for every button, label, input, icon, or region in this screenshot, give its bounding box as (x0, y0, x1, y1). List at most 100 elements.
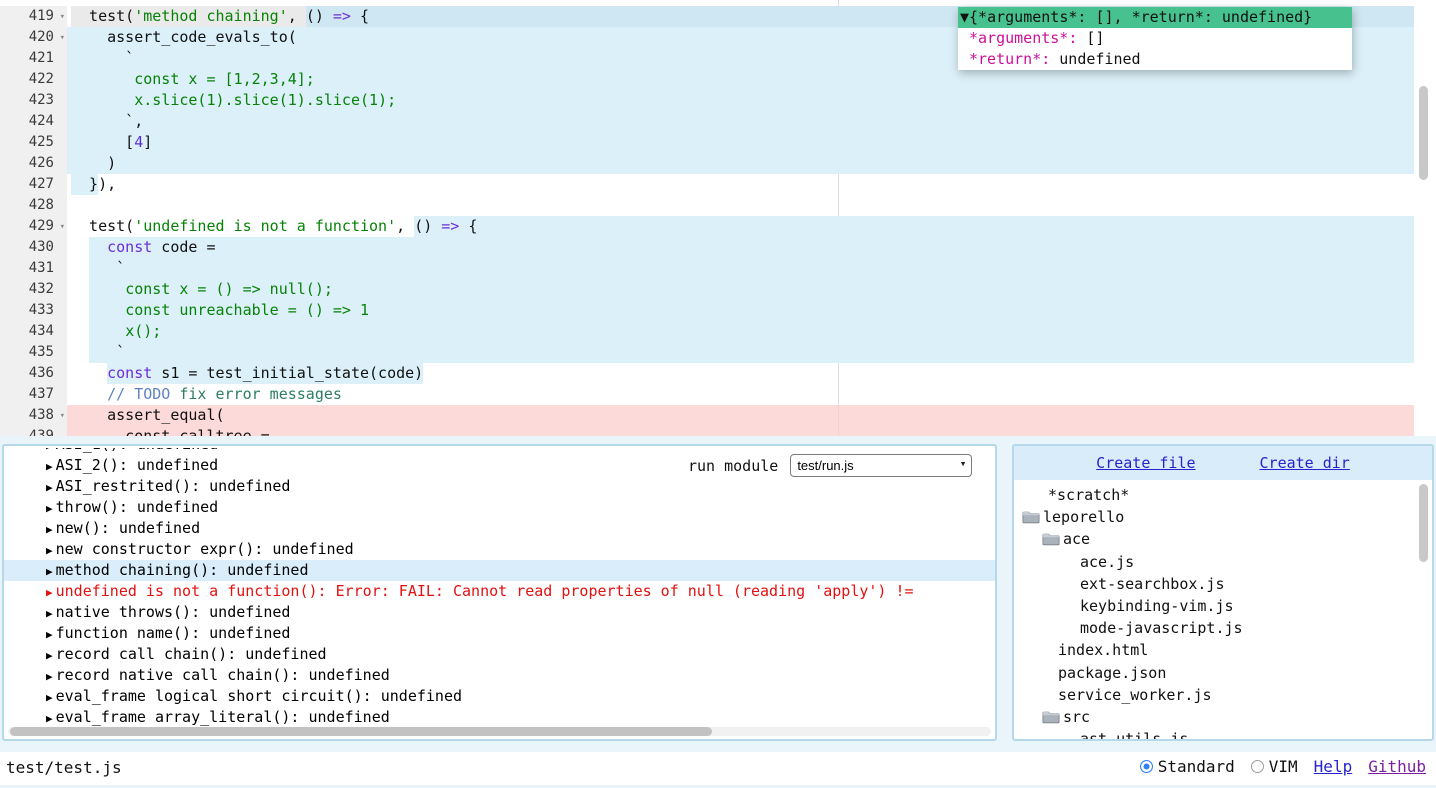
code-line-429[interactable]: 429▾ test('undefined is not a function',… (0, 216, 1414, 237)
expander-icon[interactable]: ▶ (46, 565, 53, 578)
test-result-row[interactable]: ▶function name(): undefined (4, 623, 995, 644)
gutter-428[interactable]: 428 (0, 195, 67, 216)
expander-icon[interactable]: ▶ (46, 628, 53, 641)
keybinding-standard-option[interactable]: Standard (1140, 757, 1235, 776)
file-item[interactable]: mode-javascript.js (1014, 617, 1432, 639)
file-item[interactable]: ace.js (1014, 551, 1432, 573)
keybinding-vim-option[interactable]: VIM (1251, 757, 1298, 776)
gutter-423[interactable]: 423 (0, 90, 67, 111)
gutter-433[interactable]: 433 (0, 300, 67, 321)
collapse-triangle-icon[interactable]: ▼ (958, 7, 969, 28)
editor-vertical-scrollbar[interactable] (1419, 86, 1428, 180)
console-horizontal-scrollbar[interactable] (8, 727, 991, 736)
test-result-row[interactable]: ▶throw(): undefined (4, 497, 995, 518)
code-line-423[interactable]: 423 x.slice(1).slice(1).slice(1); (0, 90, 1414, 111)
expander-icon[interactable]: ▶ (46, 670, 53, 683)
file-item[interactable]: index.html (1014, 639, 1432, 661)
test-result-row[interactable]: ▶record native call chain(): undefined (4, 665, 995, 686)
file-item[interactable]: keybinding-vim.js (1014, 595, 1432, 617)
github-link[interactable]: Github (1368, 757, 1426, 776)
file-item[interactable]: ast_utils.js (1014, 728, 1432, 741)
create-file-button[interactable]: Create file (1096, 454, 1195, 472)
gutter-426[interactable]: 426 (0, 153, 67, 174)
folder-item-src[interactable]: src (1014, 706, 1432, 728)
gutter-421[interactable]: 421 (0, 48, 67, 69)
gutter-437[interactable]: 437 (0, 384, 67, 405)
expander-icon[interactable]: ▶ (46, 691, 53, 704)
gutter-419[interactable]: 419▾ (0, 6, 67, 27)
test-result-row[interactable]: ▶native throws(): undefined (4, 602, 995, 623)
expander-icon[interactable]: ▶ (46, 712, 53, 725)
expander-icon[interactable]: ▶ (46, 523, 53, 536)
gutter-420[interactable]: 420▾ (0, 27, 67, 48)
help-link[interactable]: Help (1314, 757, 1353, 776)
files-vertical-scrollbar[interactable] (1419, 484, 1428, 562)
gutter-429[interactable]: 429▾ (0, 216, 67, 237)
code-line-439[interactable]: 439 const calltree = ... (0, 426, 1414, 436)
gutter-434[interactable]: 434 (0, 321, 67, 342)
console-scrollbar-thumb[interactable] (10, 727, 712, 736)
expander-icon[interactable]: ▶ (46, 586, 53, 599)
code-line-437[interactable]: 437 // TODO fix error messages (0, 384, 1414, 405)
tooltip-row-arguments[interactable]: *arguments*:[] (958, 28, 1352, 49)
gutter-436[interactable]: 436 (0, 363, 67, 384)
test-result-row[interactable]: ▶eval_frame logical short circuit(): und… (4, 686, 995, 707)
gutter-435[interactable]: 435 (0, 342, 67, 363)
code-line-426[interactable]: 426 ) (0, 153, 1414, 174)
code-line-431[interactable]: 431 ` (0, 258, 1414, 279)
file-item[interactable]: ext-searchbox.js (1014, 573, 1432, 595)
fold-icon[interactable]: ▾ (60, 406, 65, 427)
expander-icon[interactable]: ▶ (46, 607, 53, 620)
gutter-425[interactable]: 425 (0, 132, 67, 153)
expander-icon[interactable]: ▶ (46, 448, 53, 452)
create-dir-button[interactable]: Create dir (1260, 454, 1350, 472)
test-result-row-failed[interactable]: ▶undefined is not a function(): Error: F… (4, 581, 995, 602)
radio-selected-icon[interactable] (1140, 760, 1153, 773)
expander-icon[interactable]: ▶ (46, 649, 53, 662)
test-result-row[interactable]: ▶new(): undefined (4, 518, 995, 539)
expander-icon[interactable]: ▶ (46, 544, 53, 557)
fold-icon[interactable]: ▾ (60, 7, 65, 28)
gutter-424[interactable]: 424 (0, 111, 67, 132)
file-item[interactable]: service_worker.js (1014, 684, 1432, 706)
gutter-438[interactable]: 438▾ (0, 405, 67, 426)
gutter-431[interactable]: 431 (0, 258, 67, 279)
fold-icon[interactable]: ▾ (60, 217, 65, 238)
code-line-425[interactable]: 425 [4] (0, 132, 1414, 153)
code-line-436[interactable]: 436 const s1 = test_initial_state(code) (0, 363, 1414, 384)
code-editor[interactable]: 419▾ test('method chaining', () => { 420… (0, 0, 1436, 436)
code-line-422[interactable]: 422 const x = [1,2,3,4]; (0, 69, 1414, 90)
folder-item-ace[interactable]: ace (1014, 528, 1432, 550)
run-module-select[interactable]: test/run.js (790, 454, 972, 477)
expander-icon[interactable]: ▶ (46, 460, 53, 473)
code-line-435[interactable]: 435 ` (0, 342, 1414, 363)
code-line-424[interactable]: 424 `, (0, 111, 1414, 132)
tooltip-header[interactable]: ▼{*arguments*: [], *return*: undefined} (958, 7, 1352, 28)
gutter-432[interactable]: 432 (0, 279, 67, 300)
gutter-430[interactable]: 430 (0, 237, 67, 258)
code-line-438[interactable]: 438▾ assert_equal( (0, 405, 1414, 426)
test-result-row-selected[interactable]: ▶method chaining(): undefined (4, 560, 995, 581)
folder-item-leporello[interactable]: leporello (1014, 506, 1432, 528)
code-line-433[interactable]: 433 const unreachable = () => 1 (0, 300, 1414, 321)
file-item-scratch[interactable]: *scratch* (1014, 484, 1432, 506)
gutter-427[interactable]: 427 (0, 174, 67, 195)
expander-icon[interactable]: ▶ (46, 502, 53, 515)
test-result-row[interactable]: ▶record call chain(): undefined (4, 644, 995, 665)
gutter-439[interactable]: 439 (0, 426, 67, 436)
test-result-row[interactable]: ▶eval_frame array_literal(): undefined (4, 707, 995, 728)
radio-unselected-icon[interactable] (1251, 760, 1264, 773)
test-result-row[interactable]: ▶new constructor expr(): undefined (4, 539, 995, 560)
fold-icon[interactable]: ▾ (60, 28, 65, 49)
file-item[interactable]: package.json (1014, 662, 1432, 684)
tooltip-row-return[interactable]: *return*:undefined (958, 49, 1352, 70)
test-result-row[interactable]: ▶ASI_restrited(): undefined (4, 476, 995, 497)
code-line-434[interactable]: 434 x(); (0, 321, 1414, 342)
gutter-422[interactable]: 422 (0, 69, 67, 90)
code-line-432[interactable]: 432 const x = () => null(); (0, 279, 1414, 300)
code-line-428[interactable]: 428 (0, 195, 1414, 216)
code-line-430[interactable]: 430 const code = (0, 237, 1414, 258)
expander-icon[interactable]: ▶ (46, 481, 53, 494)
folder-icon (1042, 710, 1060, 724)
code-line-427[interactable]: 427 }), (0, 174, 1414, 195)
